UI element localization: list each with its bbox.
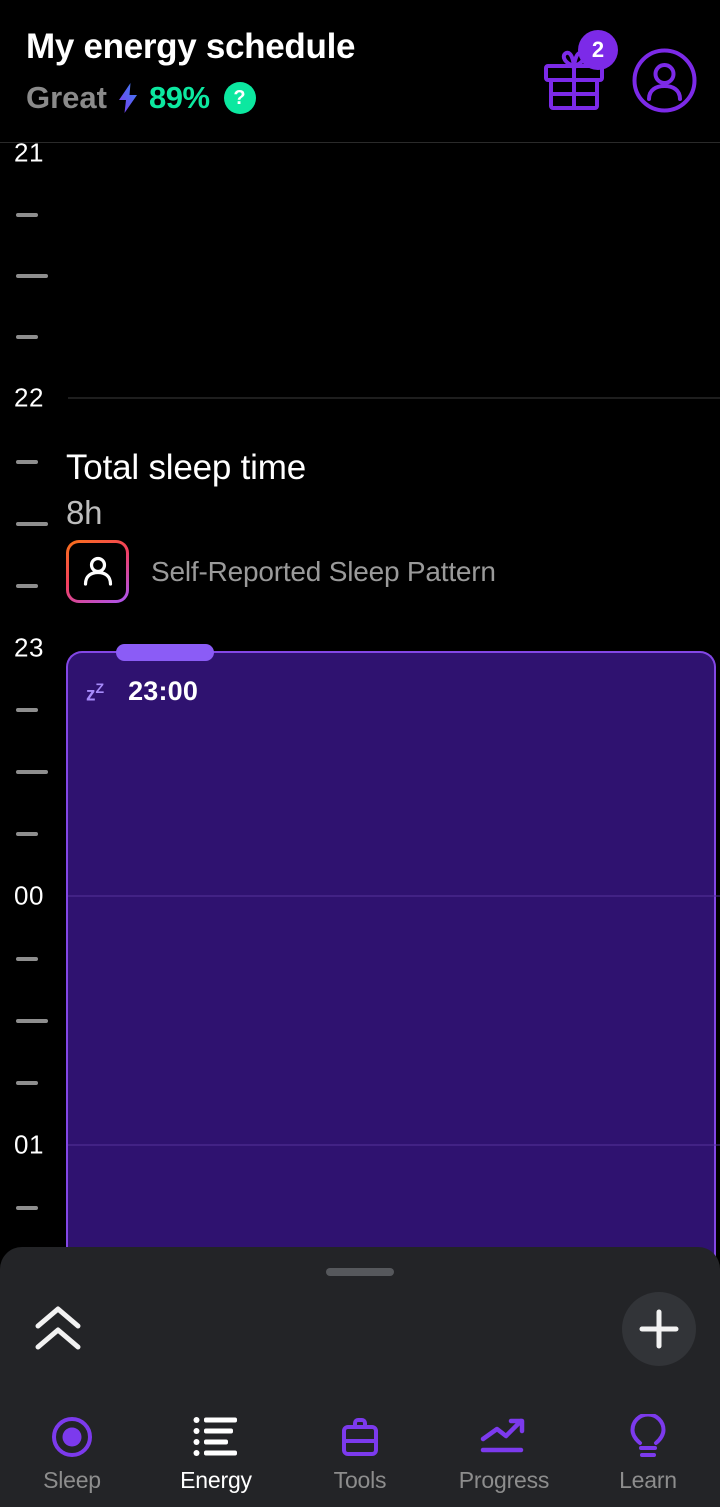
list-icon xyxy=(193,1414,239,1460)
axis-tick xyxy=(16,832,38,836)
profile-button[interactable] xyxy=(632,48,697,113)
nav-label-energy: Energy xyxy=(180,1466,252,1493)
energy-percent: 89% xyxy=(148,80,210,115)
plus-icon xyxy=(639,1309,679,1349)
page-title: My energy schedule xyxy=(26,27,356,66)
gift-button[interactable]: 2 xyxy=(542,30,618,112)
axis-tick xyxy=(16,584,38,588)
sleep-card-title: Total sleep time xyxy=(66,448,306,487)
profile-avatar-icon xyxy=(632,48,697,113)
axis-tick xyxy=(16,957,38,961)
bottom-navigation[interactable]: Sleep Energy Tools Progress Learn xyxy=(0,1400,720,1507)
axis-tick xyxy=(16,460,38,464)
axis-tick xyxy=(16,1081,38,1085)
lightbulb-icon xyxy=(626,1413,670,1460)
gridline-22 xyxy=(68,397,720,399)
gridline-01 xyxy=(68,1144,720,1146)
gift-badge-count: 2 xyxy=(578,30,618,70)
gridline-00 xyxy=(68,895,720,897)
toolbox-icon xyxy=(337,1414,383,1460)
nav-item-learn[interactable]: Learn xyxy=(576,1400,720,1507)
nav-label-tools: Tools xyxy=(333,1466,387,1493)
sheet-drag-handle[interactable] xyxy=(326,1268,394,1276)
nav-item-progress[interactable]: Progress xyxy=(432,1400,576,1507)
add-event-button[interactable] xyxy=(622,1292,696,1366)
sleep-start-time: 23:00 xyxy=(128,676,199,706)
axis-label-00: 00 xyxy=(14,880,44,911)
sleep-card-duration: 8h xyxy=(66,494,103,531)
sleep-zz-icon: zZ xyxy=(86,679,105,705)
axis-tick xyxy=(16,335,38,339)
axis-tick xyxy=(16,1206,38,1210)
nav-label-learn: Learn xyxy=(619,1466,677,1493)
bottom-sheet[interactable] xyxy=(0,1247,720,1400)
lightning-bolt-icon xyxy=(118,83,137,113)
axis-tick xyxy=(16,522,48,526)
person-avatar-icon xyxy=(83,556,112,586)
axis-tick xyxy=(16,213,38,217)
axis-tick xyxy=(16,770,48,774)
sleep-card-source-row: Self-Reported Sleep Pattern xyxy=(66,540,666,603)
sleep-block[interactable]: zZ 23:00 xyxy=(66,644,716,1260)
axis-label-23: 23 xyxy=(14,632,44,663)
sleep-source-icon-frame xyxy=(66,540,129,603)
nav-label-progress: Progress xyxy=(458,1466,550,1493)
energy-timeline[interactable]: zZ 23:00 21 22 23 00 01 Total sleep time… xyxy=(0,143,720,1260)
axis-tick xyxy=(16,274,48,278)
sleep-circle-icon xyxy=(49,1414,95,1460)
axis-label-01: 01 xyxy=(14,1129,44,1160)
energy-status-row: Great 89% ? xyxy=(26,80,256,116)
nav-item-energy[interactable]: Energy xyxy=(144,1400,288,1507)
nav-item-sleep[interactable]: Sleep xyxy=(0,1400,144,1507)
sleep-block-drag-handle[interactable] xyxy=(116,644,214,661)
nav-item-tools[interactable]: Tools xyxy=(288,1400,432,1507)
trend-arrow-icon xyxy=(479,1414,529,1460)
axis-label-21: 21 xyxy=(14,143,44,168)
axis-tick xyxy=(16,1019,48,1023)
sleep-summary-card: Total sleep time 8h Self-Reported Sleep … xyxy=(66,448,666,603)
double-chevron-up-icon xyxy=(35,1306,81,1350)
energy-status-label: Great xyxy=(26,80,107,115)
help-icon[interactable]: ? xyxy=(223,82,256,114)
sleep-source-label: Self-Reported Sleep Pattern xyxy=(151,555,496,587)
nav-label-sleep: Sleep xyxy=(43,1466,101,1493)
axis-label-22: 22 xyxy=(14,382,44,413)
sleep-block-header: zZ 23:00 xyxy=(86,676,198,707)
axis-tick xyxy=(16,708,38,712)
app-header: My energy schedule Great 89% ? 2 xyxy=(0,0,720,143)
expand-sheet-button[interactable] xyxy=(30,1305,86,1353)
time-axis: 21 22 23 00 01 xyxy=(0,143,68,1260)
